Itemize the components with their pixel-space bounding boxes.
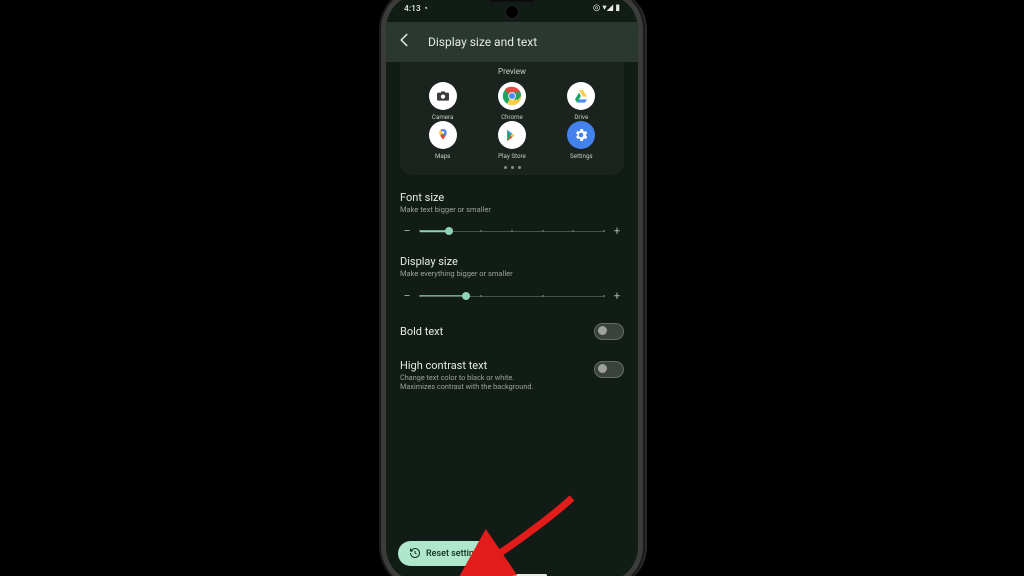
status-time: 4:13 xyxy=(404,4,421,14)
display-size-increase[interactable]: + xyxy=(610,289,624,303)
app-drive[interactable]: Drive xyxy=(567,82,595,121)
play-store-icon xyxy=(498,121,526,149)
bold-text-label: Bold text xyxy=(400,325,594,338)
high-contrast-desc: Change text color to black or white. Max… xyxy=(400,373,550,391)
status-icons: ◎ ▾◢ ▮ xyxy=(593,3,620,13)
maps-icon xyxy=(429,121,457,149)
status-bar: 4:13 ◔ ◎ ▾◢ ▮ xyxy=(386,0,638,22)
high-contrast-row: High contrast text Change text color to … xyxy=(398,359,626,391)
reset-settings-label: Reset settings xyxy=(426,549,484,559)
app-camera[interactable]: Camera xyxy=(429,82,457,121)
preview-label: Preview xyxy=(408,67,616,76)
display-size-slider[interactable] xyxy=(420,288,604,304)
font-size-section: Font size Make text bigger or smaller − … xyxy=(398,191,626,239)
screen: 4:13 ◔ ◎ ▾◢ ▮ Display size and text Prev… xyxy=(386,0,638,576)
reset-settings-button[interactable]: Reset settings xyxy=(398,541,495,566)
app-chrome[interactable]: Chrome xyxy=(498,82,526,121)
app-bar: Display size and text xyxy=(386,22,638,62)
font-size-slider[interactable] xyxy=(420,223,604,239)
app-maps[interactable]: Maps xyxy=(429,121,457,160)
content: Preview Camera Chrome xyxy=(386,62,638,576)
high-contrast-label: High contrast text xyxy=(400,359,594,372)
settings-icon xyxy=(567,121,595,149)
display-size-decrease[interactable]: − xyxy=(400,289,414,303)
high-contrast-toggle[interactable] xyxy=(594,361,624,378)
page-title: Display size and text xyxy=(428,35,537,49)
font-size-decrease[interactable]: − xyxy=(400,224,414,238)
bold-text-toggle[interactable] xyxy=(594,323,624,340)
phone-frame: 4:13 ◔ ◎ ▾◢ ▮ Display size and text Prev… xyxy=(381,0,643,576)
preview-app-grid: Camera Chrome Drive xyxy=(408,82,616,160)
app-settings[interactable]: Settings xyxy=(567,121,595,160)
chrome-icon xyxy=(498,82,526,110)
display-size-title: Display size xyxy=(400,255,624,268)
camera-icon xyxy=(429,82,457,110)
display-size-desc: Make everything bigger or smaller xyxy=(400,269,624,278)
font-size-desc: Make text bigger or smaller xyxy=(400,205,624,214)
drive-icon xyxy=(567,82,595,110)
display-size-section: Display size Make everything bigger or s… xyxy=(398,255,626,303)
history-icon xyxy=(409,544,426,563)
app-play-store[interactable]: Play Store xyxy=(498,121,526,160)
bold-text-row: Bold text xyxy=(398,323,626,340)
preview-card: Preview Camera Chrome xyxy=(400,62,624,175)
font-size-title: Font size xyxy=(400,191,624,204)
font-size-increase[interactable]: + xyxy=(610,224,624,238)
back-icon[interactable] xyxy=(396,31,428,53)
preview-page-dots xyxy=(408,166,616,169)
